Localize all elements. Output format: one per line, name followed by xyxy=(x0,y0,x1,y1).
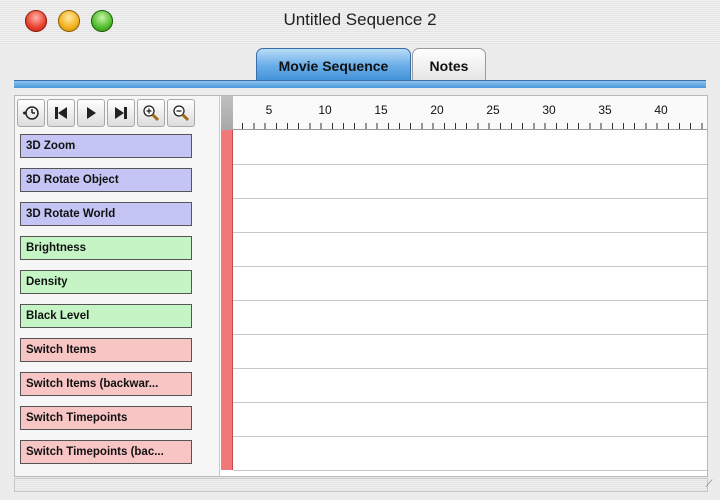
track-row-divider xyxy=(233,470,707,471)
ruler-tick-label: 25 xyxy=(486,103,500,117)
track-row-divider xyxy=(233,198,707,199)
track-label[interactable]: 3D Rotate World xyxy=(20,202,192,226)
time-button[interactable] xyxy=(17,99,45,127)
ruler-tick-label: 30 xyxy=(542,103,556,117)
skip-to-start-icon xyxy=(53,105,69,121)
ruler-ticks xyxy=(231,123,707,129)
ruler-tick-label: 5 xyxy=(265,103,273,117)
track-row-divider xyxy=(233,300,707,301)
track-label[interactable]: Switch Timepoints (bac... xyxy=(20,440,192,464)
track-label[interactable]: 3D Zoom xyxy=(20,134,192,158)
sequence-window: Untitled Sequence 2 Movie Sequence Notes xyxy=(0,0,720,500)
title-bar[interactable]: Untitled Sequence 2 xyxy=(0,0,720,44)
skip-to-end-button[interactable] xyxy=(107,99,135,127)
track-label[interactable]: Switch Items (backwar... xyxy=(20,372,192,396)
zoom-in-icon xyxy=(142,104,160,122)
track-label[interactable]: 3D Rotate Object xyxy=(20,168,192,192)
playhead-handle[interactable] xyxy=(221,96,233,130)
zoom-out-icon xyxy=(172,104,190,122)
ruler-tick-label: 10 xyxy=(318,103,332,117)
tab-movie-sequence[interactable]: Movie Sequence xyxy=(256,48,411,82)
time-ruler[interactable]: 5 10 15 20 25 30 35 40 xyxy=(221,96,707,130)
skip-to-end-icon xyxy=(113,105,129,121)
tab-notes[interactable]: Notes xyxy=(412,48,486,82)
resize-grip-icon[interactable]: ⟋ xyxy=(702,478,716,492)
timeline[interactable]: 5 10 15 20 25 30 35 40 xyxy=(221,96,707,476)
track-label[interactable]: Black Level xyxy=(20,304,192,328)
ruler-tick-label: 35 xyxy=(598,103,612,117)
track-row-divider xyxy=(233,164,707,165)
track-row-divider xyxy=(233,334,707,335)
track-label[interactable]: Switch Items xyxy=(20,338,192,362)
time-icon xyxy=(22,104,40,122)
track-row-divider xyxy=(233,266,707,267)
playhead[interactable] xyxy=(221,96,233,470)
horizontal-scrollbar[interactable] xyxy=(14,478,708,492)
track-list-panel: 3D Zoom 3D Rotate Object 3D Rotate World Br… xyxy=(15,96,220,476)
ruler-tick-label: 40 xyxy=(654,103,668,117)
play-button[interactable] xyxy=(77,99,105,127)
track-label[interactable]: Density xyxy=(20,270,192,294)
tab-underline xyxy=(14,80,706,88)
transport-toolbar xyxy=(15,96,220,130)
window-title: Untitled Sequence 2 xyxy=(283,10,437,29)
sequence-panel: 3D Zoom 3D Rotate Object 3D Rotate World Br… xyxy=(14,95,708,477)
skip-to-start-button[interactable] xyxy=(47,99,75,127)
ruler-tick-label: 15 xyxy=(374,103,388,117)
zoom-in-button[interactable] xyxy=(137,99,165,127)
track-row-divider xyxy=(233,232,707,233)
track-row-divider xyxy=(233,436,707,437)
ruler-tick-label: 20 xyxy=(430,103,444,117)
play-icon xyxy=(83,105,99,121)
track-row-divider xyxy=(233,368,707,369)
track-row-divider xyxy=(233,402,707,403)
zoom-out-button[interactable] xyxy=(167,99,195,127)
track-label[interactable]: Switch Timepoints xyxy=(20,406,192,430)
track-label[interactable]: Brightness xyxy=(20,236,192,260)
